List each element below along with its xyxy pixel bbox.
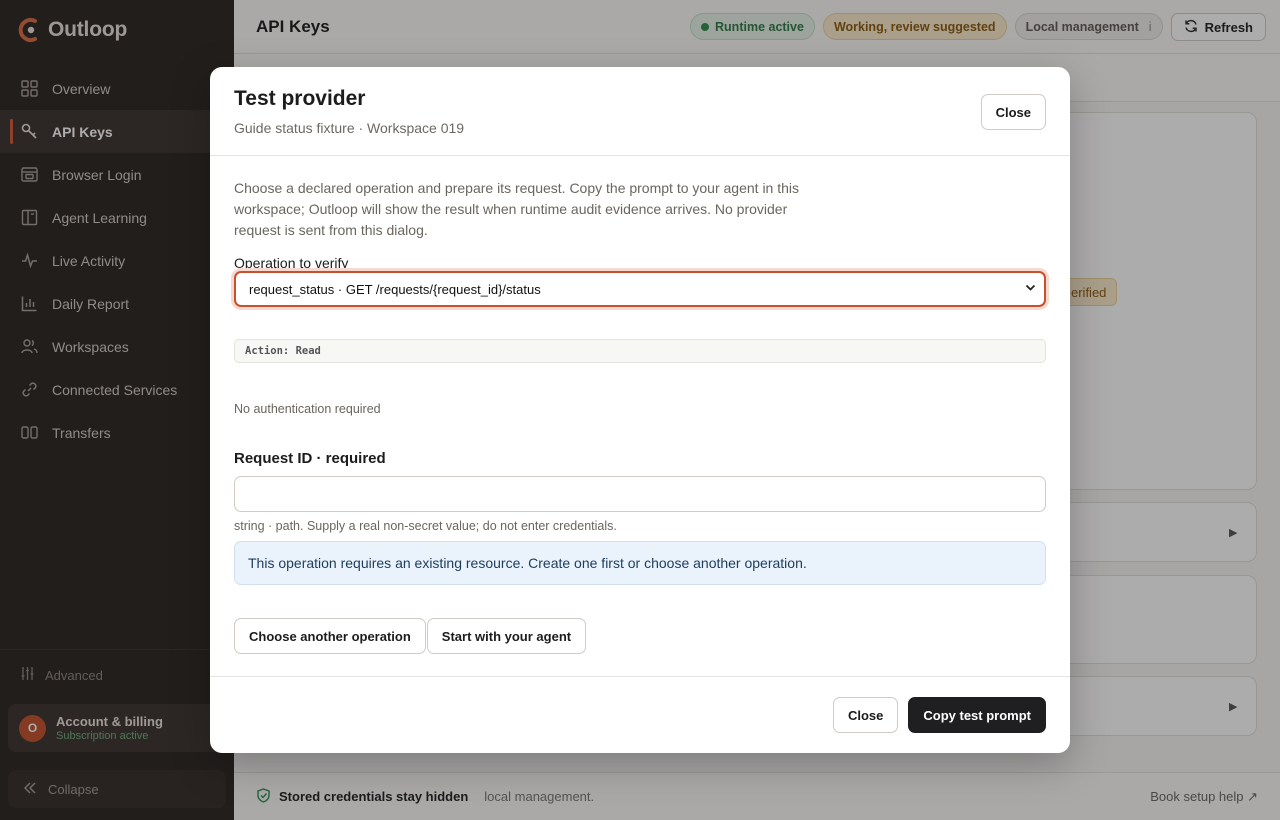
dialog-header: Test provider Guide status fixture · Wor… [210, 67, 1070, 156]
action-chip: Action: Read [234, 339, 1046, 363]
operation-label: Operation to verify [234, 255, 349, 271]
start-with-agent-button[interactable]: Start with your agent [426, 618, 587, 654]
dialog-title: Test provider [234, 87, 366, 110]
existing-resource-notice: This operation requires an existing reso… [234, 541, 1046, 585]
operation-select[interactable]: request_status · GET /requests/{request_… [234, 271, 1046, 307]
request-id-label: Request ID · required [234, 450, 386, 467]
request-id-input[interactable] [234, 476, 1046, 512]
operation-select-wrap: request_status · GET /requests/{request_… [234, 271, 1046, 307]
copy-test-prompt-button[interactable]: Copy test prompt [908, 697, 1046, 733]
footer-close-button[interactable]: Close [832, 697, 899, 733]
header-close-button[interactable]: Close [980, 94, 1046, 130]
operation-selected-value: request_status · GET /requests/{request_… [249, 281, 541, 297]
choose-another-operation-button[interactable]: Choose another operation [234, 618, 426, 654]
dialog-body: Choose a declared operation and prepare … [210, 156, 1070, 654]
auth-note: No authentication required [234, 402, 381, 416]
dialog-footer: Close Copy test prompt [210, 676, 1070, 753]
request-id-hint: string · path. Supply a real non-secret … [234, 519, 617, 533]
test-provider-dialog: Test provider Guide status fixture · Wor… [210, 67, 1070, 753]
chevron-down-icon [1025, 282, 1036, 296]
dialog-intro: Choose a declared operation and prepare … [234, 180, 800, 238]
operation-actions: Choose another operation Start with your… [234, 618, 1046, 654]
dialog-subtitle: Guide status fixture · Workspace 019 [234, 120, 465, 136]
